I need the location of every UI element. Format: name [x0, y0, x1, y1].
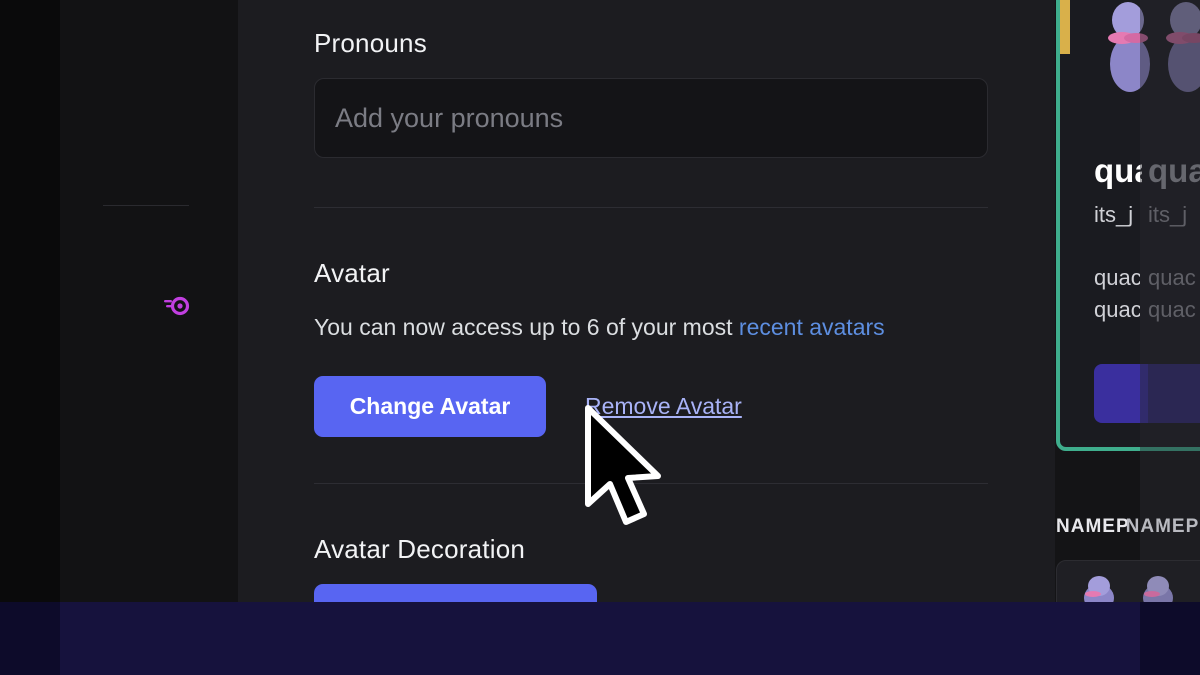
preview-bio: quac quac	[1094, 262, 1140, 326]
pronouns-input[interactable]	[314, 78, 988, 158]
recent-avatars-link[interactable]: recent avatars	[739, 314, 885, 340]
bottom-video-bar-center	[60, 602, 1140, 675]
nameplate-heading-ghost: NAMEP	[1125, 516, 1200, 537]
sidebar-divider	[103, 205, 189, 206]
cursor-arrow-icon	[585, 405, 661, 525]
motion-blur-overlay	[1140, 0, 1200, 602]
nitro-icon[interactable]	[162, 294, 192, 318]
preview-username: its_j	[1094, 202, 1134, 227]
profile-banner	[1060, 0, 1070, 54]
preview-bio-line: quac	[1094, 265, 1140, 290]
settings-sidebar	[60, 0, 238, 602]
preview-bio-line: quac	[1094, 297, 1140, 322]
app-left-edge	[0, 0, 60, 675]
avatar-decoration-heading: Avatar Decoration	[314, 534, 526, 564]
nameplate-heading-text: NAMEP	[1056, 516, 1130, 537]
pronouns-heading: Pronouns	[314, 28, 427, 58]
avatar-heading: Avatar	[314, 258, 390, 288]
section-divider	[314, 207, 988, 208]
avatar-description: You can now access up to 6 of your most …	[314, 314, 885, 341]
nameplate-heading: NAMEPNAMEP	[1056, 516, 1199, 538]
preview-display-name: qua	[1094, 152, 1142, 189]
change-avatar-button[interactable]: Change Avatar	[314, 376, 546, 437]
avatar-description-text: You can now access up to 6 of your most	[314, 314, 739, 340]
